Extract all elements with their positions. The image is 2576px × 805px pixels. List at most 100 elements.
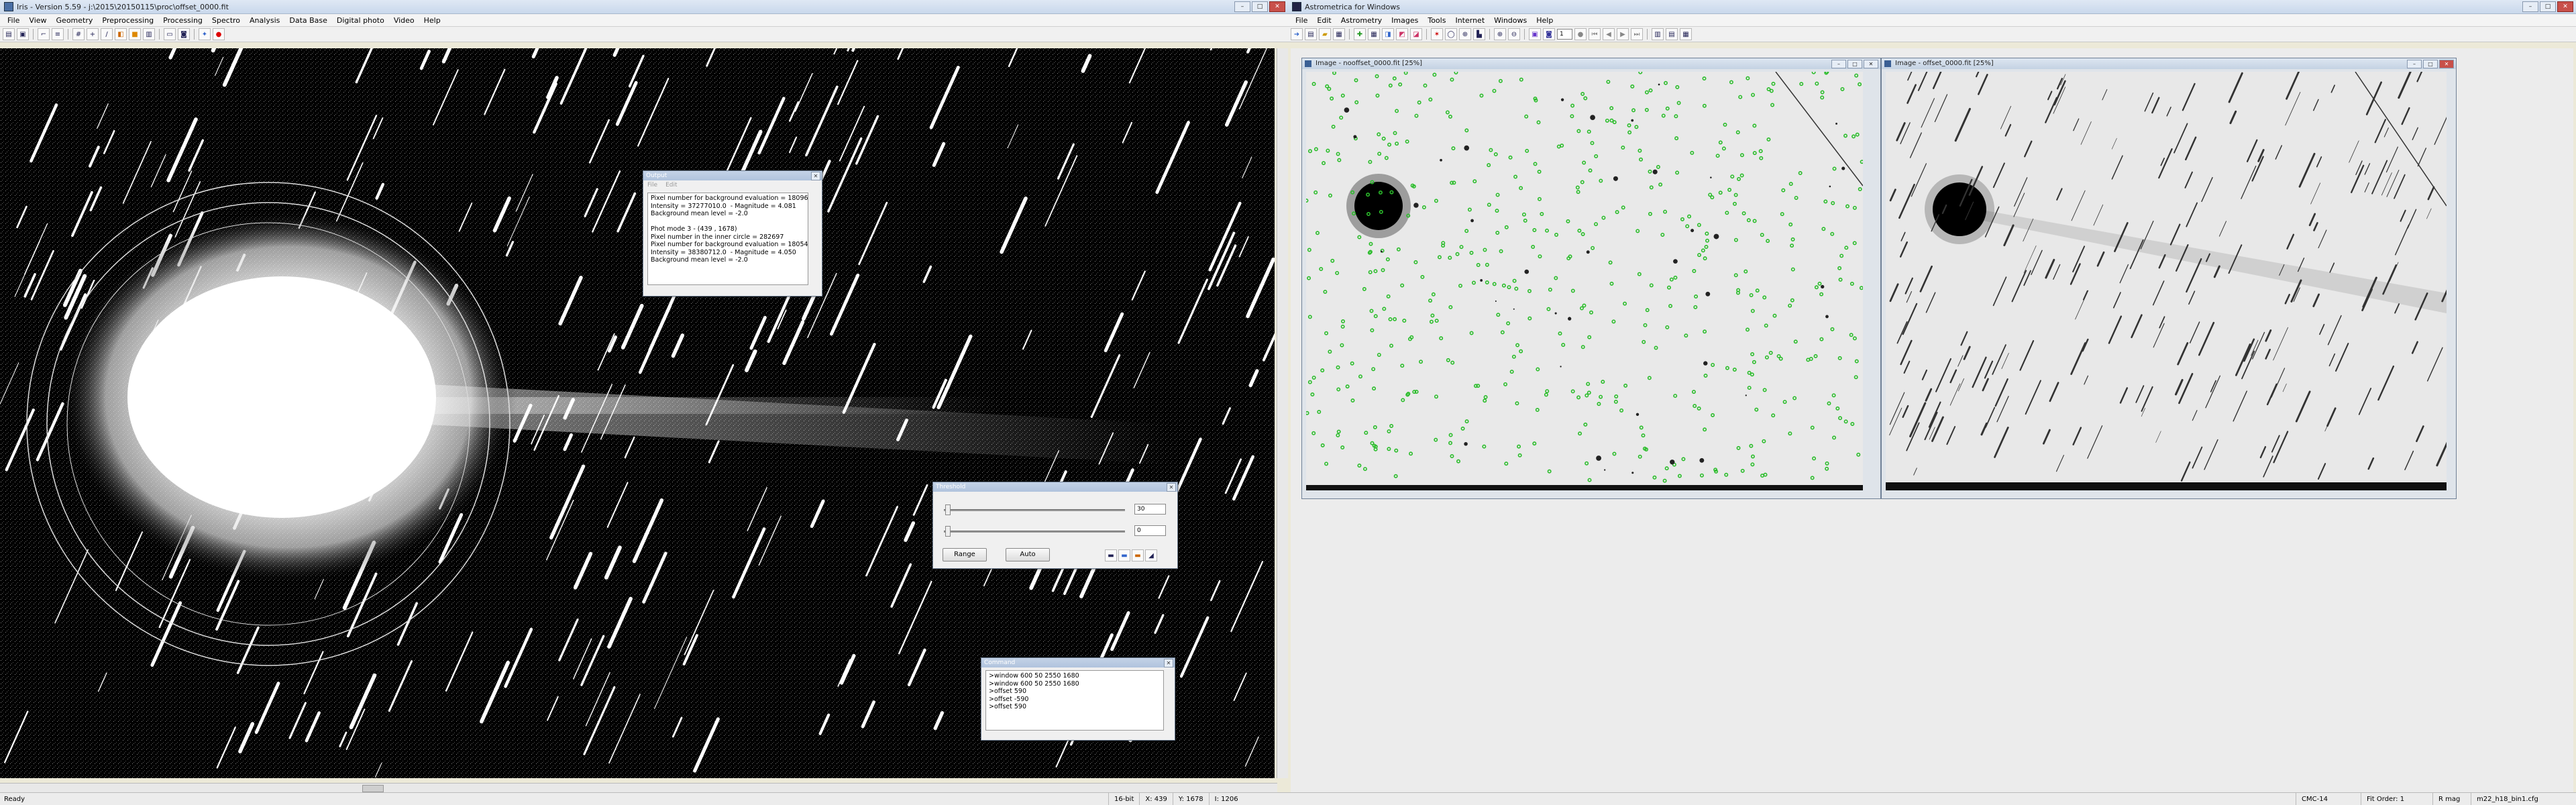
astro-menu-file[interactable]: File — [1291, 16, 1312, 25]
minimize-button[interactable]: – — [1234, 1, 1250, 12]
arrange-icon[interactable]: ▦ — [1680, 28, 1692, 40]
palette-icon[interactable]: ◧ — [115, 28, 127, 40]
iris-horizontal-scrollbar[interactable] — [0, 783, 1277, 793]
close-button[interactable]: ✕ — [2557, 1, 2573, 12]
close-icon[interactable]: ✕ — [1164, 659, 1173, 667]
menu-view[interactable]: View — [24, 16, 51, 25]
report-icon[interactable]: ▙ — [1473, 28, 1485, 40]
histogram-icon[interactable]: ▥ — [143, 28, 155, 40]
star-icon[interactable]: ✦ — [199, 28, 211, 40]
grid-icon[interactable]: ▦ — [1368, 28, 1380, 40]
crosshair-icon[interactable]: + — [87, 28, 99, 40]
high-threshold-input[interactable]: 30 — [1134, 504, 1166, 515]
astro-menu-images[interactable]: Images — [1387, 16, 1423, 25]
minimize-button[interactable]: – — [2522, 1, 2538, 12]
menu-spectro[interactable]: Spectro — [207, 16, 245, 25]
output-menu-file[interactable]: File — [647, 182, 657, 189]
display-icon[interactable]: ▭ — [164, 28, 176, 40]
stack-icon[interactable]: ▦ — [1333, 28, 1345, 40]
frame-spin-input[interactable]: 1 — [1557, 29, 1572, 40]
crop-icon[interactable]: ⌐ — [38, 28, 50, 40]
load-images-icon[interactable]: ▤ — [1305, 28, 1317, 40]
close-icon[interactable]: ✕ — [1167, 483, 1176, 492]
command-input[interactable]: >window 600 50 2550 1680 >window 600 50 … — [985, 670, 1164, 731]
palette-icon[interactable]: ▣ — [1529, 28, 1541, 40]
high-slider-thumb[interactable] — [945, 504, 951, 515]
low-slider-thumb[interactable] — [945, 526, 951, 537]
moving-object-icon[interactable]: ◪ — [1410, 28, 1422, 40]
astro-menu-windows[interactable]: Windows — [1489, 16, 1532, 25]
astro-menu-astrometry[interactable]: Astrometry — [1336, 16, 1387, 25]
camera-icon[interactable]: ◙ — [178, 28, 190, 40]
first-icon[interactable]: ⏮ — [1589, 28, 1601, 40]
image-window-offset[interactable]: Image - offset_0000.fit [25%] – □ ✕ — [1881, 58, 2457, 499]
save-icon[interactable]: ▣ — [17, 28, 29, 40]
crosshair-icon[interactable]: ⊕ — [1459, 28, 1471, 40]
open-icon[interactable]: ▤ — [3, 28, 15, 40]
star — [1590, 115, 1595, 121]
settings-icon[interactable]: ◙ — [1543, 28, 1555, 40]
stop-icon[interactable]: ● — [1574, 28, 1587, 40]
maximize-button[interactable]: □ — [2540, 1, 2556, 12]
maximize-button[interactable]: □ — [1252, 1, 1268, 12]
minimize-button[interactable]: – — [1831, 60, 1846, 68]
low-threshold-slider[interactable] — [944, 531, 1125, 533]
next-icon[interactable]: ▶ — [1617, 28, 1629, 40]
iris-vertical-scrollbar[interactable] — [1277, 48, 1288, 778]
rainbow-palette-icon[interactable]: ▬ — [1132, 549, 1144, 561]
high-threshold-slider[interactable] — [944, 509, 1125, 511]
grid-icon[interactable]: # — [72, 28, 85, 40]
cascade-icon[interactable]: ▤ — [1666, 28, 1678, 40]
astro-menu-help[interactable]: Help — [1532, 16, 1558, 25]
stop-icon[interactable]: ● — [213, 28, 225, 40]
menu-video[interactable]: Video — [389, 16, 419, 25]
minimize-button[interactable]: – — [2407, 60, 2422, 68]
range-button[interactable]: Range — [943, 548, 987, 561]
menu-analysis[interactable]: Analysis — [245, 16, 284, 25]
image-window-nooffset[interactable]: Image - nooffset_0000.fit [25%] – □ ✕ — [1301, 58, 1881, 499]
track-icon[interactable]: ◩ — [1396, 28, 1408, 40]
gray-palette-icon[interactable]: ▬ — [1105, 549, 1117, 561]
menu-preprocessing[interactable]: Preprocessing — [97, 16, 158, 25]
maximize-button[interactable]: □ — [2423, 60, 2438, 68]
tile-icon[interactable]: ▥ — [1652, 28, 1664, 40]
close-icon[interactable]: ✕ — [811, 172, 820, 180]
blink-icon[interactable]: ◨ — [1382, 28, 1394, 40]
menu-database[interactable]: Data Base — [284, 16, 332, 25]
maximize-button[interactable]: □ — [1847, 60, 1862, 68]
zoom-out-icon[interactable]: ⊖ — [1508, 28, 1520, 40]
menu-file[interactable]: File — [3, 16, 24, 25]
astro-menu-edit[interactable]: Edit — [1312, 16, 1336, 25]
ring-icon[interactable]: ◯ — [1445, 28, 1457, 40]
astro-menu-internet[interactable]: Internet — [1450, 16, 1489, 25]
menu-geometry[interactable]: Geometry — [52, 16, 98, 25]
menu-help[interactable]: Help — [419, 16, 445, 25]
reference-stars-icon[interactable]: ✚ — [1354, 28, 1366, 40]
color-palette-icon[interactable]: ▬ — [1118, 549, 1130, 561]
zoom-in-icon[interactable]: ⊕ — [1494, 28, 1506, 40]
close-button[interactable]: ✕ — [2439, 60, 2454, 68]
output-menu-edit[interactable]: Edit — [665, 182, 677, 189]
close-button[interactable]: ✕ — [1269, 1, 1285, 12]
menu-digital-photo[interactable]: Digital photo — [332, 16, 389, 25]
output-log[interactable]: Pixel number for background evaluation =… — [647, 193, 808, 285]
offset-image[interactable] — [1886, 72, 2447, 490]
open-folder-icon[interactable]: ▰ — [1319, 28, 1331, 40]
nooffset-image[interactable] — [1306, 72, 1863, 490]
auto-button[interactable]: Auto — [1006, 548, 1050, 561]
astro-menu-tools[interactable]: Tools — [1423, 16, 1450, 25]
menu-processing[interactable]: Processing — [158, 16, 207, 25]
scroll-thumb[interactable] — [362, 785, 384, 792]
previous-icon[interactable]: ◀ — [1603, 28, 1615, 40]
color-icon[interactable]: ■ — [129, 28, 141, 40]
low-threshold-input[interactable]: 0 — [1134, 525, 1166, 536]
last-icon[interactable]: ⏭ — [1631, 28, 1643, 40]
line-icon[interactable]: / — [101, 28, 113, 40]
astrometrica-window: Astrometrica for Windows – □ ✕ File Edit… — [1288, 0, 2576, 805]
align-icon[interactable]: ≡ — [52, 28, 64, 40]
gradient-icon[interactable]: ◢ — [1145, 549, 1157, 561]
star-icon[interactable]: ✶ — [1431, 28, 1443, 40]
command-title: Command ✕ — [981, 658, 1175, 667]
close-button[interactable]: ✕ — [1864, 60, 1878, 68]
arrow-icon[interactable]: ➜ — [1291, 28, 1303, 40]
